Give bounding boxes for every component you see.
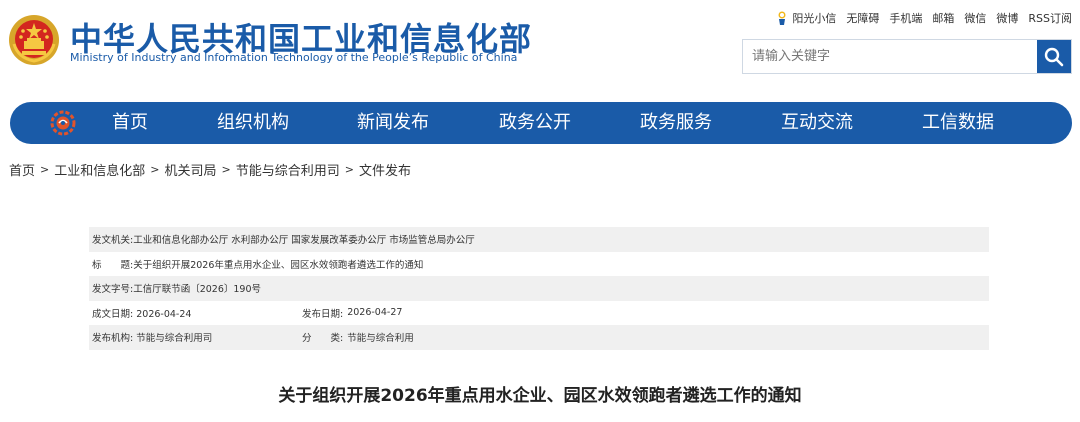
org-cell: 发布机构: 节能与综合利用司 [89, 330, 302, 344]
category-value: 节能与综合利用 [347, 333, 414, 345]
published-value: 2026-04-27 [347, 307, 403, 319]
toplink-mobile[interactable]: 手机端 [889, 10, 922, 26]
nav-item-news[interactable]: 新闻发布 [357, 102, 429, 144]
nav-item-gov-affairs[interactable]: 政务公开 [499, 102, 571, 144]
nav-item-data[interactable]: 工信数据 [922, 102, 994, 144]
toplink-weibo[interactable]: 微博 [996, 10, 1018, 26]
ministry-logo-icon [50, 110, 76, 136]
top-links: 阳光小信 无障碍 手机端 邮箱 微信 微博 RSS订阅 [775, 10, 1072, 26]
nav-item-organization[interactable]: 组织机构 [217, 102, 289, 144]
org-value: 节能与综合利用司 [136, 333, 213, 345]
toplink-wechat[interactable]: 微信 [964, 10, 986, 26]
category-label: 分 类: [302, 333, 344, 345]
title-value: 关于组织开展2026年重点用水企业、园区水效领跑者遴选工作的通知 [133, 259, 424, 271]
document-info-table: 发文机关: 工业和信息化部办公厅 水利部办公厅 国家发展改革委办公厅 市场监管总… [89, 227, 989, 350]
info-row-org: 发布机构: 节能与综合利用司 分 类: 节能与综合利用 [89, 325, 989, 350]
info-row-dates: 成文日期: 2026-04-24 发布日期: 2026-04-27 [89, 301, 989, 326]
breadcrumb-departments[interactable]: 机关司局 [164, 160, 216, 179]
search-icon [1044, 47, 1064, 66]
search-box [742, 39, 1072, 74]
breadcrumb: 首页 > 工业和信息化部 > 机关司局 > 节能与综合利用司 > 文件发布 [9, 160, 411, 179]
breadcrumb-separator-icon: > [40, 163, 50, 176]
breadcrumb-separator-icon: > [150, 163, 160, 176]
breadcrumb-ministry[interactable]: 工业和信息化部 [54, 160, 145, 179]
site-title-english: Ministry of Industry and Information Tec… [70, 51, 518, 64]
published-label: 发布日期: [302, 308, 344, 320]
toplink-rss[interactable]: RSS订阅 [1028, 10, 1072, 26]
toplink-accessibility[interactable]: 无障碍 [846, 10, 879, 26]
org-label: 发布机构: [92, 333, 134, 345]
info-row-issuer: 发文机关: 工业和信息化部办公厅 水利部办公厅 国家发展改革委办公厅 市场监管总… [89, 227, 989, 252]
nav-item-interaction[interactable]: 互动交流 [781, 102, 853, 144]
main-nav: 首页 组织机构 新闻发布 政务公开 政务服务 互动交流 工信数据 [10, 102, 1072, 144]
created-label: 成文日期: [92, 308, 134, 320]
breadcrumb-energy-dept[interactable]: 节能与综合利用司 [236, 160, 340, 179]
issuer-value: 工业和信息化部办公厅 水利部办公厅 国家发展改革委办公厅 市场监管总局办公厅 [133, 235, 475, 247]
info-row-docno: 发文字号: 工信厅联节函〔2026〕190号 [89, 276, 989, 301]
toplink-email[interactable]: 邮箱 [932, 10, 954, 26]
created-date-cell: 成文日期: 2026-04-24 [89, 306, 302, 320]
issuer-label: 发文机关: [92, 235, 134, 247]
title-label: 标 题: [92, 259, 134, 271]
nav-item-gov-services[interactable]: 政务服务 [640, 102, 712, 144]
created-value: 2026-04-24 [136, 308, 192, 320]
info-row-title: 标 题: 关于组织开展2026年重点用水企业、园区水效领跑者遴选工作的通知 [89, 252, 989, 277]
docno-value: 工信厅联节函〔2026〕190号 [133, 284, 262, 296]
national-emblem-icon [9, 15, 59, 65]
breadcrumb-separator-icon: > [221, 163, 231, 176]
search-button[interactable] [1037, 40, 1071, 73]
toplink-sunshine[interactable]: 阳光小信 [775, 10, 836, 26]
breadcrumb-home[interactable]: 首页 [9, 160, 35, 179]
sunshine-mascot-icon [778, 11, 786, 25]
search-input[interactable] [743, 40, 1037, 73]
nav-item-home[interactable]: 首页 [112, 102, 148, 144]
docno-label: 发文字号: [92, 284, 134, 296]
breadcrumb-documents[interactable]: 文件发布 [359, 160, 411, 179]
toplink-label: 阳光小信 [792, 12, 837, 25]
document-title: 关于组织开展2026年重点用水企业、园区水效领跑者遴选工作的通知 [278, 386, 802, 406]
breadcrumb-separator-icon: > [344, 163, 354, 176]
